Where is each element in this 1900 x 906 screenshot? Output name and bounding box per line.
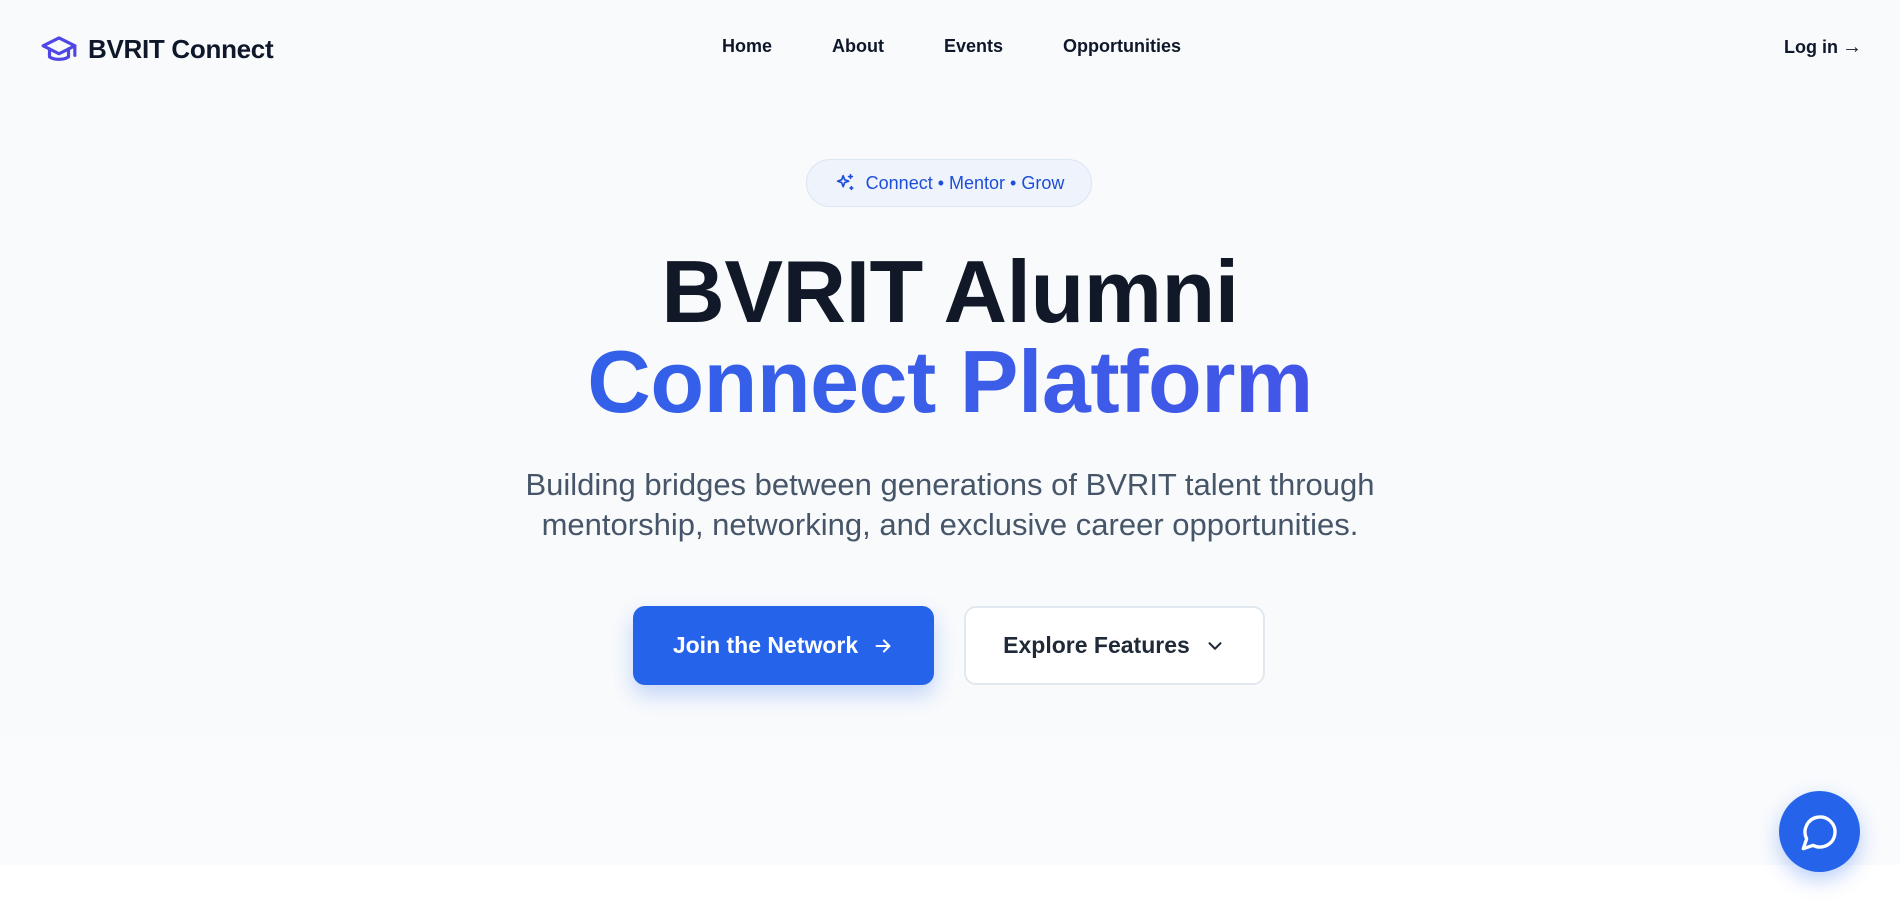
main-nav: Home About Events Opportunities	[722, 36, 1181, 57]
explore-features-button[interactable]: Explore Features	[964, 606, 1265, 685]
nav-item-events[interactable]: Events	[944, 36, 1003, 57]
brand-name: BVRIT Connect	[88, 33, 274, 64]
nav-item-opportunities[interactable]: Opportunities	[1063, 36, 1181, 57]
graduation-cap-icon	[41, 36, 77, 61]
explore-features-label: Explore Features	[1003, 632, 1190, 658]
tagline-text: Connect • Mentor • Grow	[865, 172, 1065, 193]
chevron-down-icon	[1208, 641, 1222, 650]
join-network-button[interactable]: Join the Network	[633, 606, 934, 685]
tagline-badge: Connect • Mentor • Grow	[806, 159, 1092, 207]
login-label: Log in	[1784, 37, 1838, 57]
hero-section	[0, 0, 1900, 865]
brand-logo-link[interactable]: BVRIT Connect	[40, 30, 274, 68]
sparkles-icon	[836, 173, 854, 191]
chat-bubble-icon	[1801, 814, 1837, 850]
login-link[interactable]: Log in →	[1784, 36, 1862, 59]
hero-title-line1: BVRIT Alumni	[661, 242, 1239, 341]
hero-title-line2: Connect Platform	[0, 338, 1900, 426]
chat-button[interactable]	[1779, 791, 1860, 872]
site-header: BVRIT Connect Home About Events Opportun…	[0, 0, 1900, 98]
nav-item-about[interactable]: About	[832, 36, 884, 57]
join-network-label: Join the Network	[672, 632, 859, 658]
arrow-right-icon	[875, 638, 891, 653]
arrow-right-icon: →	[1842, 36, 1862, 58]
nav-item-home[interactable]: Home	[722, 36, 772, 57]
hero-subtitle: Building bridges between generations of …	[525, 467, 1375, 542]
